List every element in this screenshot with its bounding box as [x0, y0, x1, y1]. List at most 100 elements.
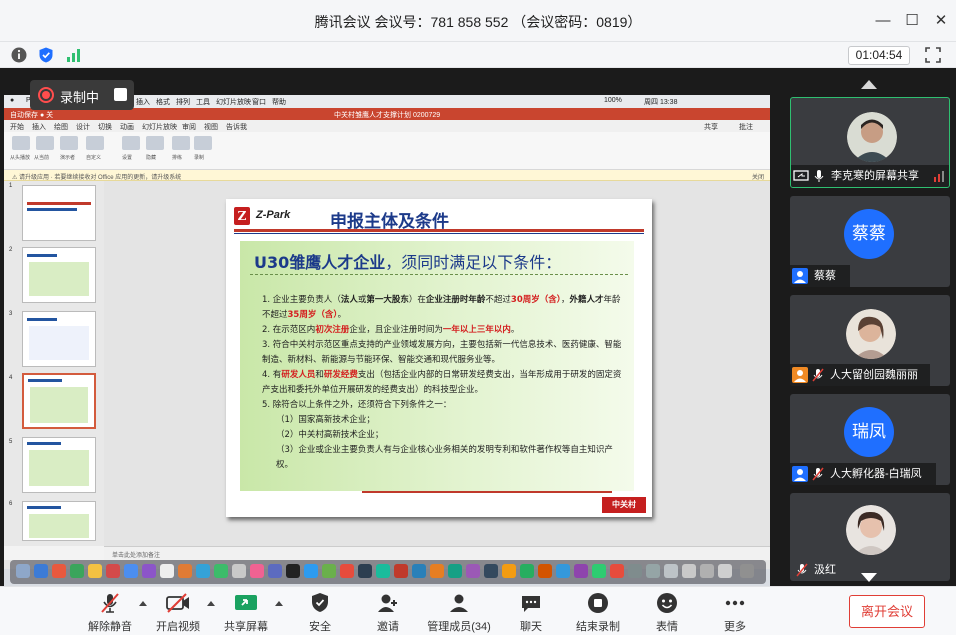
stop-record-icon	[588, 593, 608, 613]
video-options-caret[interactable]	[207, 601, 215, 606]
mic-muted-icon	[812, 467, 824, 481]
emoji-icon	[657, 593, 677, 613]
invite-label: 邀请	[377, 621, 399, 633]
audio-options-caret[interactable]	[139, 601, 147, 606]
notes-pane[interactable]: 单击此处添加备注	[104, 546, 770, 560]
current-slide[interactable]: Z Z-Park 申报主体及条件 U30雏鹰人才企业，须同时满足以下条件： 1.…	[226, 199, 652, 517]
end-recording-button[interactable]: 结束录制	[572, 591, 624, 635]
participant-tile[interactable]: 李克寒的屏幕共享	[790, 97, 950, 188]
update-notice: ⚠ 请升级应用 · 若要继续接收对 Office 应用的更新，请升级系统 关闭	[4, 170, 770, 181]
chat-icon	[522, 596, 540, 612]
participant-name: 蔡蔡	[814, 270, 836, 282]
video-off-icon	[166, 593, 189, 613]
slide-thumb[interactable]	[22, 311, 96, 367]
subtitle-divider	[250, 274, 628, 275]
record-icon	[38, 87, 54, 103]
participant-photo	[846, 505, 896, 555]
condition-4: 4. 有研发人员和研发经费支出（包括企业内部的日常研发经费支出，当年形成用于研发…	[262, 370, 622, 395]
participant-panel: 李克寒的屏幕共享 蔡蔡 蔡蔡 人大留创园魏丽丽 瑞凤 人大孵化器-白瑞凤 汲红	[784, 68, 956, 586]
participant-avatar: 瑞凤	[844, 407, 894, 457]
more-label: 更多	[724, 621, 746, 633]
zgc-stamp: 中关村	[602, 497, 646, 513]
security-button[interactable]: 安全	[300, 591, 340, 635]
screen-share-icon	[793, 170, 809, 181]
maximize-button[interactable]: ☐	[901, 10, 923, 32]
shared-desktop: ●PowerPoint文件编辑视图插入格式排列工具幻灯片放映窗口帮助 100%周…	[4, 95, 770, 586]
minimize-button[interactable]: —	[872, 10, 894, 32]
reaction-label: 表情	[656, 621, 678, 633]
share-screen-icon	[235, 595, 257, 610]
members-icon	[450, 594, 468, 612]
shield-icon	[312, 593, 328, 612]
slide-subtitle: U30雏鹰人才企业，须同时满足以下条件：	[254, 253, 562, 272]
heading-divider-thin	[234, 233, 644, 234]
fullscreen-icon[interactable]	[924, 46, 942, 64]
start-video-button[interactable]: 开启视频	[154, 591, 202, 635]
members-label: 管理成员(34)	[427, 621, 491, 633]
slide-thumb[interactable]	[22, 501, 96, 541]
condition-3: 3. 符合中关村示范区重点支持的产业领域发展方向，主要包括新一代信息技术、医药健…	[262, 340, 622, 365]
invite-button[interactable]: 邀请	[368, 591, 408, 635]
footer-line	[362, 491, 612, 493]
unmute-button[interactable]: 解除静音	[86, 591, 134, 635]
slide-thumb[interactable]	[22, 185, 96, 241]
mic-muted-icon	[796, 563, 808, 577]
manage-members-button[interactable]: 管理成员(34)	[424, 591, 494, 635]
title-bar: 腾讯会议 会议号：781 858 552 （会议密码：0819） — ☐ ✕	[0, 0, 956, 42]
close-button[interactable]: ✕	[930, 10, 952, 32]
slide-thumb-selected[interactable]	[22, 373, 96, 429]
user-icon	[792, 466, 808, 482]
share-options-caret[interactable]	[275, 601, 283, 606]
participant-tile[interactable]: 汲红	[790, 493, 950, 581]
participant-tile[interactable]: 人大留创园魏丽丽	[790, 295, 950, 386]
slide-body: 1. 企业主要负责人（法人或第一大股东）在企业注册时年龄不超过30周岁（含），外…	[262, 293, 624, 473]
meeting-toolbar: 解除静音 开启视频 共享屏幕 安全 邀请 管理成员(34) 聊天 结束录制 表情…	[0, 586, 956, 635]
more-icon	[725, 600, 745, 606]
user-icon	[792, 367, 808, 383]
shared-screen-area: ●PowerPoint文件编辑视图插入格式排列工具幻灯片放映窗口帮助 100%周…	[0, 68, 784, 586]
stop-record-icon[interactable]	[114, 88, 127, 101]
chat-button[interactable]: 聊天	[511, 591, 551, 635]
condition-5-1: （1）国家高新技术企业；	[276, 415, 375, 425]
status-bar: 01:04:54	[0, 42, 956, 68]
signal-icon[interactable]	[65, 46, 83, 64]
chat-label: 聊天	[520, 621, 542, 633]
slide-thumb[interactable]	[22, 437, 96, 493]
scroll-up-icon[interactable]	[861, 80, 877, 89]
window-title: 腾讯会议 会议号：781 858 552 （会议密码：0819）	[314, 14, 642, 30]
tencent-meeting-window: 腾讯会议 会议号：781 858 552 （会议密码：0819） — ☐ ✕ 0…	[0, 0, 956, 635]
info-icon[interactable]	[10, 46, 28, 64]
mac-dock	[10, 560, 766, 584]
recording-indicator[interactable]: 录制中	[30, 80, 134, 110]
ribbon-tabs[interactable]: 开始 插入 绘图 设计 切换 动画 幻灯片放映 审阅 视图 告诉我 共享 批注	[4, 120, 770, 132]
participant-namebar: 人大孵化器-白瑞凤	[790, 463, 936, 485]
participant-namebar: 汲红	[790, 559, 842, 581]
powerpoint-window: 自动保存 ● 关中关村雏鹰人才支撑计划 0200729 开始 插入 绘图 设计 切换 动画…	[4, 108, 770, 569]
video-label: 开启视频	[156, 621, 200, 633]
leave-meeting-button[interactable]: 离开会议	[849, 595, 925, 628]
reaction-button[interactable]: 表情	[647, 591, 687, 635]
end-record-label: 结束录制	[576, 621, 620, 633]
condition-1: 1. 企业主要负责人（法人或第一大股东）在企业注册时年龄不超过30周岁（含），外…	[262, 295, 621, 320]
unmute-label: 解除静音	[88, 621, 132, 633]
participant-name: 李克寒的屏幕共享	[831, 170, 919, 182]
more-button[interactable]: 更多	[715, 591, 755, 635]
shield-icon[interactable]	[37, 46, 55, 64]
condition-5-3: （3）企业或企业主要负责人有与企业核心业务相关的发明专利和软件著作权等自主知识产…	[276, 445, 613, 470]
user-icon	[792, 268, 808, 284]
ribbon-toolbar[interactable]: 从头播放 从当前 演示者 自定义 设置 隐藏 排练 录制	[4, 132, 770, 170]
condition-5-2: （2）中关村高新技术企业；	[276, 430, 384, 440]
slide-thumb[interactable]	[22, 247, 96, 303]
add-user-icon	[378, 594, 397, 612]
participant-avatar: 蔡蔡	[844, 209, 894, 259]
share-label: 共享屏幕	[224, 621, 268, 633]
participant-tile[interactable]: 蔡蔡 蔡蔡	[790, 196, 950, 287]
scroll-down-icon[interactable]	[861, 573, 877, 582]
participant-tile[interactable]: 瑞凤 人大孵化器-白瑞凤	[790, 394, 950, 485]
participant-photo	[846, 309, 896, 359]
slide-canvas: Z Z-Park 申报主体及条件 U30雏鹰人才企业，须同时满足以下条件： 1.…	[104, 181, 770, 546]
slide-thumbnails: 1 2 3 4 5 6	[4, 181, 104, 546]
share-screen-button[interactable]: 共享屏幕	[222, 591, 270, 635]
signal-strength-icon	[934, 171, 944, 182]
zpark-logo: Z	[234, 207, 250, 225]
